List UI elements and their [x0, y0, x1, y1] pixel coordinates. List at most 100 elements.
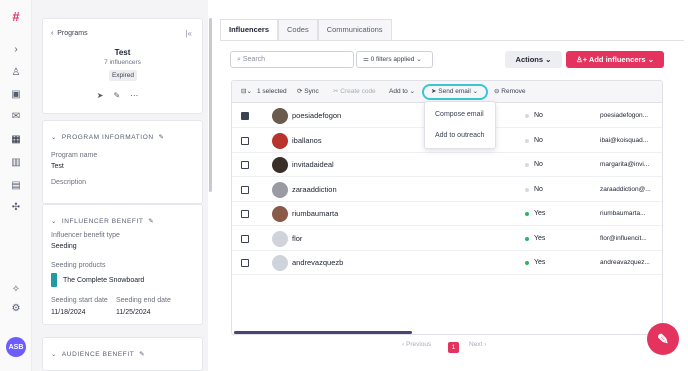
add-to-outreach-option[interactable]: Add to outreach: [435, 132, 484, 139]
description-label: Description: [51, 179, 87, 186]
send-icon[interactable]: ➤: [97, 91, 114, 100]
row-checkbox[interactable]: [241, 136, 249, 145]
mail-icon[interactable]: ✉: [9, 110, 23, 124]
remove-label: Remove: [501, 88, 526, 95]
table-row[interactable]: flor Yes flor@influencit...: [232, 227, 662, 251]
filters-dropdown[interactable]: ⚌ 0 filters applied ⌄: [356, 51, 433, 68]
row-checkbox[interactable]: [241, 259, 249, 267]
influencer-name[interactable]: andrevazquezb: [292, 251, 343, 275]
influencer-name[interactable]: iballanos: [292, 129, 322, 153]
expand-icon[interactable]: ›: [9, 43, 23, 57]
status-dot: [525, 187, 529, 192]
program-title: Test: [114, 48, 131, 57]
program-information-heading[interactable]: ⌄ PROGRAM INFORMATION ✎: [51, 133, 165, 141]
integrations-icon[interactable]: ✣: [9, 201, 23, 215]
row-checkbox[interactable]: [241, 185, 249, 194]
table-row[interactable]: andrevazquezb Yes andreavazquez...: [232, 251, 662, 275]
panel-scrollbar[interactable]: [209, 18, 212, 192]
program-subtitle: 7 influencers: [104, 59, 141, 66]
end-date-value: 11/25/2024: [116, 309, 151, 316]
influencer-name[interactable]: riumbaumarta: [292, 202, 338, 226]
edit-icon[interactable]: ✎: [114, 91, 131, 100]
influencer-name[interactable]: zaraaddiction: [292, 178, 337, 202]
edit-icon[interactable]: ✎: [139, 351, 145, 358]
table-row[interactable]: invitadaideal No margarita@invi...: [232, 153, 662, 177]
program-actions: ➤✎⋯: [43, 91, 202, 100]
selected-count: 1 selected: [257, 88, 287, 95]
brand-logo-icon[interactable]: #: [9, 9, 23, 23]
benefit-type-value: Seeding: [51, 243, 77, 250]
create-code-button[interactable]: ✂ Create code: [333, 81, 376, 103]
collapse-panel-icon[interactable]: |«: [185, 29, 192, 38]
bulk-actions-toolbar: ⊟⌄ 1 selected ⟳ Sync ✂ Create code Add t…: [232, 81, 662, 103]
influencer-avatar: [272, 181, 288, 198]
edit-icon[interactable]: ✎: [158, 134, 164, 141]
influencer-name[interactable]: flor: [292, 227, 302, 251]
seeding-products-label: Seeding products: [51, 262, 106, 269]
sync-button[interactable]: ⟳ Sync: [297, 81, 319, 103]
program-name-label: Program name: [51, 152, 98, 159]
status-dot: [525, 261, 529, 265]
contacts-icon[interactable]: ▣: [9, 88, 23, 102]
row-checkbox[interactable]: [241, 210, 249, 218]
add-influencers-button[interactable]: ♙+ Add influencers ⌄: [566, 51, 664, 68]
influencer-avatar: [272, 157, 288, 173]
row-checkbox[interactable]: [241, 112, 249, 120]
product-name: The Complete Snowboard: [63, 277, 145, 284]
settings-sparkle-icon[interactable]: ✧: [9, 283, 23, 297]
table-row[interactable]: zaraaddiction No zaraaddiction@...: [232, 178, 662, 202]
tab-communications[interactable]: Communications: [317, 19, 392, 40]
select-all-checkbox[interactable]: ⊟⌄: [241, 81, 252, 103]
row-checkbox[interactable]: [241, 161, 249, 169]
back-to-programs-link[interactable]: ‹ Programs: [51, 30, 88, 37]
analytics-icon[interactable]: ▥: [9, 156, 23, 170]
calendar-icon[interactable]: ▦: [9, 133, 23, 147]
chevron-down-icon: ⌄: [647, 55, 654, 64]
compose-email-option[interactable]: Compose email: [435, 111, 484, 118]
table-row[interactable]: riumbaumarta Yes riumbaumarta...: [232, 202, 662, 226]
wallet-icon[interactable]: ▤: [9, 179, 23, 193]
end-date-label: Seeding end date: [116, 297, 171, 304]
main-content: Influencers Codes Communications ⌕ Searc…: [216, 0, 688, 371]
status-dot: [525, 163, 529, 167]
back-label: Programs: [57, 30, 88, 37]
influencer-benefit-heading[interactable]: ⌄ INFLUENCER BENEFIT ✎: [51, 217, 154, 225]
influencer-name[interactable]: poesiadefogon: [292, 104, 341, 128]
status-dot: [525, 236, 529, 241]
table-scrollbar[interactable]: [234, 331, 412, 334]
influencer-email: zaraaddiction@...: [600, 185, 651, 193]
remove-button[interactable]: ⊖ Remove: [494, 81, 525, 103]
tab-divider: [220, 40, 684, 41]
section-heading-text: AUDIENCE BENEFIT: [61, 351, 135, 358]
influencer-avatar: [272, 255, 288, 271]
add-to-label: Add to: [389, 88, 408, 95]
next-page-button[interactable]: Next ›: [469, 341, 486, 348]
previous-page-button[interactable]: ‹ Previous: [402, 341, 431, 348]
filters-label: 0 filters applied: [370, 56, 415, 63]
users-icon[interactable]: ♙: [9, 66, 23, 80]
influencer-name[interactable]: invitadaideal: [292, 153, 334, 177]
start-date-label: Seeding start date: [51, 297, 108, 304]
accepted-status: No: [534, 136, 543, 144]
help-chat-button[interactable]: ✎: [647, 323, 679, 355]
chevron-down-icon: ⌄: [416, 56, 422, 63]
search-icon: ⌕: [237, 56, 241, 63]
gear-icon[interactable]: ⚙: [9, 302, 23, 316]
program-name-value: Test: [51, 163, 64, 170]
search-input[interactable]: ⌕ Search: [230, 51, 354, 68]
current-page[interactable]: 1: [448, 342, 459, 353]
audience-benefit-heading[interactable]: ⌄ AUDIENCE BENEFIT ✎: [51, 350, 145, 358]
accepted-status: Yes: [534, 259, 546, 266]
user-avatar[interactable]: ASB: [6, 337, 26, 357]
actions-button[interactable]: Actions ⌄: [505, 51, 562, 68]
section-heading-text: INFLUENCER BENEFIT: [61, 218, 144, 225]
accepted-status: No: [534, 161, 543, 168]
add-to-button[interactable]: Add to ⌄: [389, 81, 415, 103]
row-checkbox[interactable]: [241, 234, 249, 243]
edit-icon[interactable]: ✎: [148, 218, 154, 225]
more-icon[interactable]: ⋯: [130, 91, 148, 100]
tab-codes[interactable]: Codes: [278, 19, 318, 40]
influencer-benefit-card: ⌄ INFLUENCER BENEFIT ✎ Influencer benefi…: [42, 204, 203, 325]
tab-influencers[interactable]: Influencers: [220, 19, 279, 40]
audience-benefit-card: ⌄ AUDIENCE BENEFIT ✎: [42, 337, 203, 371]
